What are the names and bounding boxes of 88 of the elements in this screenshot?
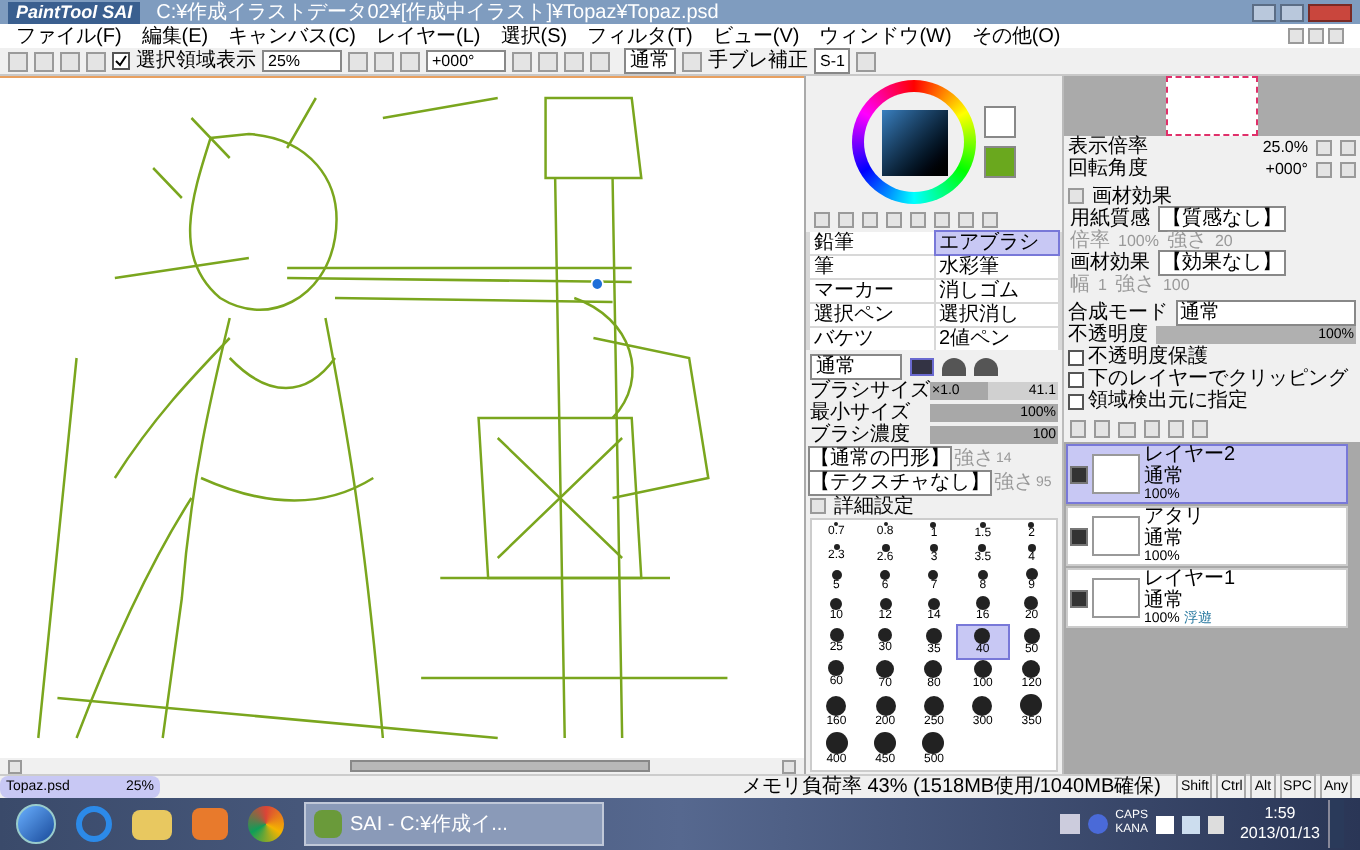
layer-thumbnail xyxy=(1092,578,1140,618)
ring-mark xyxy=(590,277,604,291)
shape-dropdown[interactable]: 【テクスチャなし】 xyxy=(808,470,992,496)
brush-shape-icon[interactable] xyxy=(974,358,998,376)
tool-button[interactable]: エアブラシ xyxy=(935,232,1058,254)
checkbox-label: 不透明度保護 xyxy=(1088,346,1208,368)
paper-label: 用紙質感 xyxy=(1070,208,1150,230)
layer-name: レイヤー1 xyxy=(1144,568,1236,590)
zoom-field[interactable]: 25% xyxy=(262,50,342,72)
tool-button[interactable]: 選択ペン xyxy=(810,304,933,326)
menu-item[interactable]: レイヤー(L) xyxy=(376,25,481,47)
paper-dropdown[interactable]: 【質感なし】 xyxy=(1158,206,1286,232)
menu-item[interactable]: ウィンドウ(W) xyxy=(819,25,952,47)
menu-item[interactable]: ファイル(F) xyxy=(16,25,122,47)
opacity-label: 不透明度 xyxy=(1068,324,1148,346)
shape-dropdown[interactable]: 【通常の円形】 xyxy=(808,446,952,472)
layer-thumbnail xyxy=(1092,454,1140,494)
paper-label: 幅 xyxy=(1070,274,1090,296)
setting-label: ブラシ濃度 xyxy=(810,424,912,446)
paper-value: 100% xyxy=(1118,230,1159,251)
checkbox[interactable] xyxy=(1068,371,1084,387)
menu-item[interactable]: ビュー(V) xyxy=(712,25,800,47)
memory-status: メモリ負荷率 43% (1518MB使用/1040MB確保) xyxy=(741,776,1161,798)
tool-button[interactable]: 水彩筆 xyxy=(935,256,1058,278)
app-icon xyxy=(314,810,342,838)
navigator-value: +000° xyxy=(1265,158,1308,180)
navigator-value: 25.0% xyxy=(1262,136,1308,158)
paper-label: 画材効果 xyxy=(1070,252,1150,274)
layer-mode: 通常 xyxy=(1144,590,1184,612)
navigator-label: 回転角度 xyxy=(1068,158,1148,180)
layer-mode: 通常 xyxy=(1144,466,1186,488)
checkbox-label: 選択領域表示 xyxy=(136,50,256,72)
layer-mode: 通常 xyxy=(1144,528,1186,550)
tool-button[interactable]: 選択消し xyxy=(935,304,1058,326)
start-button[interactable] xyxy=(16,804,56,844)
paper-value: 1 xyxy=(1098,274,1107,296)
tool-button[interactable]: バケツ xyxy=(810,328,933,350)
selection-checkbox[interactable] xyxy=(112,52,130,70)
blend-dropdown[interactable]: 通常 xyxy=(810,354,902,380)
menu-item[interactable]: その他(O) xyxy=(971,25,1061,47)
layer-name: レイヤー2 xyxy=(1144,444,1236,466)
app-logo: PaintTool SAI xyxy=(8,1,141,23)
clock-time: 1:59 xyxy=(1264,804,1296,824)
tool-button[interactable]: 筆 xyxy=(810,256,933,278)
paper-label: 強さ xyxy=(1114,274,1155,296)
menu-item[interactable]: キャンバス(C) xyxy=(228,25,357,47)
secondary-color-swatch[interactable] xyxy=(984,146,1016,178)
section-label: 画材効果 xyxy=(1092,185,1172,207)
strength-label: 強さ xyxy=(954,448,994,470)
view-mode-button[interactable]: 通常 xyxy=(624,48,676,74)
navigator-label: 表示倍率 xyxy=(1068,136,1148,158)
setting-label: ブラシサイズ xyxy=(810,380,926,402)
scrollbar-thumb[interactable] xyxy=(350,760,650,772)
blend-mode-label: 合成モード xyxy=(1068,301,1168,323)
strength-label: 強さ xyxy=(994,472,1034,494)
checkbox[interactable] xyxy=(1068,349,1084,365)
stabilizer-dropdown[interactable]: S-1 xyxy=(814,48,851,74)
tool-button[interactable]: 消しゴム xyxy=(935,280,1058,302)
navigator-thumbnail[interactable] xyxy=(1166,76,1258,136)
paper-value: 20 xyxy=(1214,230,1233,252)
primary-color-swatch[interactable] xyxy=(984,106,1016,138)
menu-item[interactable]: 選択(S) xyxy=(500,25,568,47)
paper-dropdown[interactable]: 【効果なし】 xyxy=(1158,250,1286,276)
maximize-icon[interactable] xyxy=(1280,3,1304,21)
blend-mode-dropdown[interactable]: 通常 xyxy=(1176,299,1356,325)
tool-button[interactable]: 鉛筆 xyxy=(810,232,933,254)
brush-shape-icon[interactable] xyxy=(910,358,934,376)
color-square[interactable] xyxy=(881,109,947,175)
window-title: C:¥作成イラストデータ02¥[作成中イラスト]¥Topaz¥Topaz.psd xyxy=(156,1,719,23)
stabilizer-label: 手ブレ補正 xyxy=(708,50,808,72)
layer-name: アタリ xyxy=(1144,506,1204,528)
angle-field[interactable]: +000° xyxy=(426,50,506,72)
tool-button[interactable]: 2値ペン xyxy=(935,328,1058,350)
checkbox[interactable] xyxy=(1068,393,1084,409)
check-icon xyxy=(114,54,128,68)
paper-value: 100 xyxy=(1162,274,1190,296)
clock-date: 2013/01/13 xyxy=(1239,824,1320,844)
checkbox-label: 領域検出元に指定 xyxy=(1088,390,1248,412)
section-label: 詳細設定 xyxy=(834,495,914,517)
checkbox-label: 下のレイヤーでクリッピング xyxy=(1088,368,1348,390)
brush-shape-icon[interactable] xyxy=(942,358,966,376)
menu-item[interactable]: 編集(E) xyxy=(141,25,209,47)
layer-thumbnail xyxy=(1092,516,1140,556)
menu-item[interactable]: フィルタ(T) xyxy=(587,25,693,47)
tool-button[interactable]: マーカー xyxy=(810,280,933,302)
paper-label: 強さ xyxy=(1166,230,1207,252)
setting-label: 最小サイズ xyxy=(810,402,912,424)
paper-label: 倍率 xyxy=(1070,230,1110,252)
